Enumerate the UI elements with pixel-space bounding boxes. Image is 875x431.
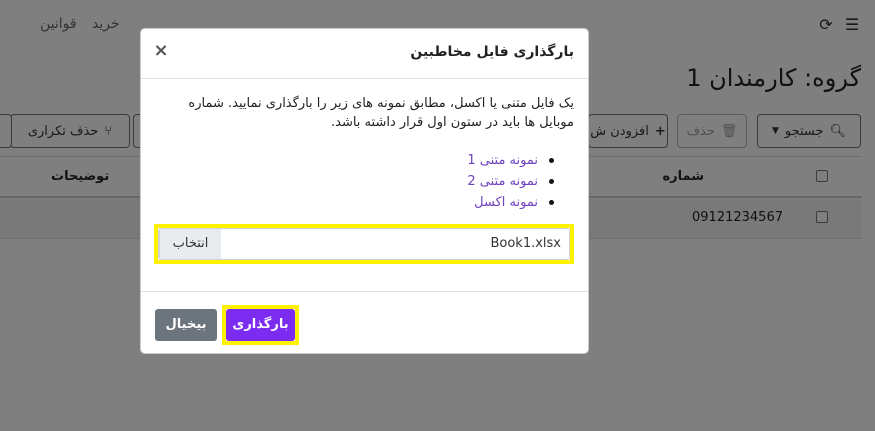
list-item: نمونه متنی 1: [467, 150, 554, 171]
cancel-button[interactable]: بیخیال: [155, 309, 217, 341]
upload-button-highlight: بارگذاری: [222, 305, 299, 345]
modal-footer: بارگذاری بیخیال: [141, 291, 588, 353]
sample-link-excel[interactable]: نمونه اکسل: [474, 195, 538, 210]
browse-button[interactable]: انتخاب: [159, 229, 221, 259]
file-name-field[interactable]: Book1.xlsx: [221, 229, 569, 259]
list-item: نمونه متنی 2: [467, 171, 554, 192]
modal-title: بارگذاری فایل مخاطبین: [410, 44, 574, 60]
bullet-icon: [549, 179, 554, 184]
file-input[interactable]: Book1.xlsx انتخاب: [158, 228, 570, 260]
bullet-icon: [549, 158, 554, 163]
list-item: نمونه اکسل: [467, 192, 554, 213]
upload-button[interactable]: بارگذاری: [226, 309, 295, 341]
file-input-highlight: Book1.xlsx انتخاب: [154, 224, 574, 264]
bullet-icon: [549, 200, 554, 205]
upload-contacts-modal: بارگذاری فایل مخاطبین × یک فایل متنی یا …: [140, 28, 589, 354]
modal-body: یک فایل متنی یا اکسل، مطابق نمونه های زی…: [141, 80, 588, 291]
modal-description: یک فایل متنی یا اکسل، مطابق نمونه های زی…: [188, 96, 574, 130]
close-icon[interactable]: ×: [153, 41, 169, 61]
modal-header: بارگذاری فایل مخاطبین ×: [141, 29, 588, 79]
sample-files-list: نمونه متنی 1 نمونه متنی 2 نمونه اکسل: [467, 150, 554, 213]
sample-link-text-2[interactable]: نمونه متنی 2: [467, 174, 538, 189]
sample-link-text-1[interactable]: نمونه متنی 1: [467, 153, 538, 168]
